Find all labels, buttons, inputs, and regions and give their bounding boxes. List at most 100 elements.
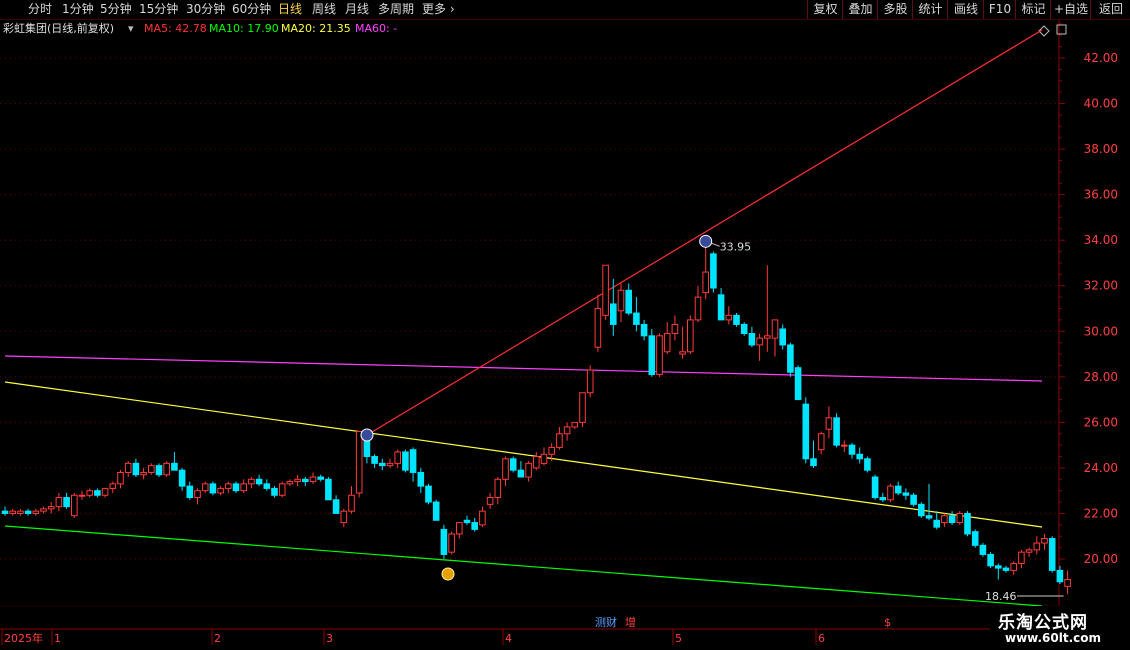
candle-body [371, 456, 378, 464]
high-label-leader [711, 242, 720, 247]
stock-title[interactable]: 彩虹集团(日线,前复权) [3, 21, 114, 37]
toolbar-button-3[interactable]: 统计 [912, 0, 948, 19]
toolbar-button-5[interactable]: F10 [983, 0, 1016, 19]
candle-body [687, 319, 694, 353]
toolbar-button-7[interactable]: +自选 [1050, 0, 1091, 19]
candle-body [817, 433, 825, 451]
candle-body [679, 351, 686, 355]
period-tab-2[interactable]: 5分钟 [100, 1, 132, 17]
candle-body [486, 497, 494, 505]
toolbar-button-2[interactable]: 多股 [877, 0, 913, 19]
panel-toggle-icon [1056, 24, 1067, 35]
kline-chart[interactable]: 20.00 22.00 24.00 26.00 28.00 30.00 32.00 34.00… [0, 0, 1130, 650]
candle-body [348, 494, 355, 512]
y-tick-label: 22.00 [1084, 506, 1118, 520]
candle-body [864, 458, 871, 471]
candle-body [494, 478, 502, 499]
candle-body [1056, 569, 1064, 583]
candle-body [918, 503, 925, 517]
candle-body [9, 510, 16, 514]
ma10-value: MA10: 17.90 [209, 22, 279, 35]
candle-body [594, 308, 602, 348]
watermark-url: www.60lt.com [1005, 631, 1102, 645]
candle-body [379, 462, 386, 467]
time-label: 2025年 [4, 631, 43, 645]
candle-body [887, 485, 894, 501]
high-price-label: 33.95 [720, 240, 752, 253]
toolbar-button-0[interactable]: 复权 [807, 0, 843, 19]
period-tab-10[interactable]: 更多 › [422, 1, 455, 17]
candle-body [209, 483, 217, 494]
candle-body [756, 337, 763, 346]
candle-body [509, 458, 517, 471]
candle-body [902, 492, 910, 496]
candle-body [910, 494, 917, 505]
indicator-menu-icon[interactable]: ▾ [128, 21, 134, 37]
candle-body [879, 497, 887, 501]
candle-body [971, 531, 979, 546]
candle-body [648, 335, 656, 376]
candle-body [610, 303, 617, 325]
period-tab-5[interactable]: 60分钟 [232, 1, 271, 17]
event-marker[interactable]: 增 [625, 615, 636, 629]
toolbar-button-6[interactable]: 标记 [1015, 0, 1051, 19]
y-tick-label: 36.00 [1084, 188, 1118, 202]
period-tab-3[interactable]: 15分钟 [139, 1, 178, 17]
period-tab-0[interactable]: 分时 [28, 1, 52, 17]
candle-body [717, 294, 725, 321]
period-tab-4[interactable]: 30分钟 [186, 1, 225, 17]
time-label: 3 [326, 632, 333, 645]
candle-body [24, 510, 32, 514]
candle-body [833, 417, 840, 446]
candle-body [425, 485, 432, 503]
candle-body [32, 510, 40, 514]
y-tick-label: 32.00 [1084, 279, 1118, 293]
candle-body [633, 312, 640, 325]
candle-body [502, 458, 509, 480]
candle-body [302, 478, 309, 483]
ma60-value: MA60: - [355, 22, 398, 35]
candle-body [71, 494, 78, 517]
candle-body [586, 369, 594, 394]
candle-body [979, 544, 987, 555]
candle-body [1048, 538, 1056, 571]
candle-body [794, 367, 802, 401]
candle-body [94, 490, 101, 496]
watermark: 乐淘公式网 www.60lt.com [990, 606, 1130, 650]
y-tick-label: 34.00 [1084, 233, 1118, 247]
candle-body [995, 565, 1002, 569]
candle-body [109, 483, 117, 489]
period-tab-9[interactable]: 多周期 [378, 1, 414, 17]
toolbar-button-4[interactable]: 画线 [947, 0, 984, 19]
candle-body [787, 344, 794, 373]
period-tab-8[interactable]: 月线 [345, 1, 369, 17]
time-label: 1 [54, 632, 61, 645]
y-tick-label: 20.00 [1084, 552, 1118, 566]
candle-body [332, 499, 340, 514]
period-tab-1[interactable]: 1分钟 [62, 1, 94, 17]
candle-body [725, 314, 733, 321]
candle-body [240, 483, 247, 492]
toolbar-button-8[interactable]: 返回 [1090, 0, 1130, 19]
candle-body [132, 462, 140, 476]
candle-body [479, 510, 486, 526]
period-tab-7[interactable]: 周线 [312, 1, 336, 17]
candle-body [432, 501, 440, 521]
money-bag-icon [441, 567, 455, 581]
candle-body [248, 478, 255, 485]
event-marker[interactable]: 测财 [595, 615, 617, 629]
period-tab-6[interactable]: 日线 [278, 1, 302, 17]
candle-body [825, 417, 833, 430]
ma20-line [4, 381, 1043, 528]
candle-body [271, 487, 278, 496]
candle-body [417, 471, 425, 487]
candle-body [217, 487, 224, 494]
y-tick-label: 38.00 [1084, 142, 1118, 156]
candle-body [941, 515, 948, 524]
toolbar-button-1[interactable]: 叠加 [842, 0, 878, 19]
candle-body [694, 296, 702, 321]
event-marker[interactable]: $ [884, 616, 891, 629]
candle-body [663, 333, 671, 353]
candle-body [309, 476, 317, 483]
candle-body [155, 465, 163, 476]
